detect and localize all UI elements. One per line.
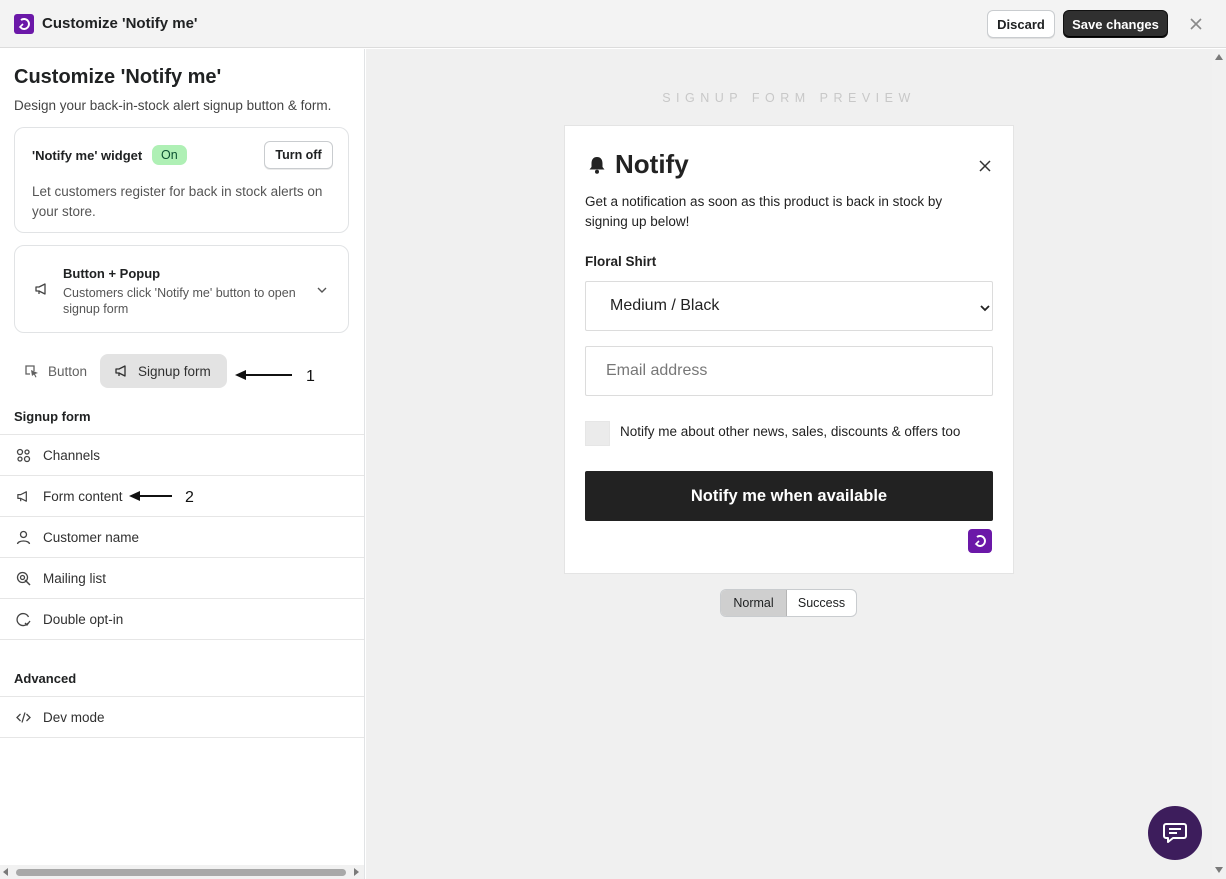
- top-bar: Customize 'Notify me' Discard Save chang…: [0, 0, 1226, 48]
- menu-item-label: Customer name: [43, 529, 140, 545]
- widget-card: 'Notify me' widget On Turn off Let custo…: [14, 127, 349, 233]
- menu-item-label: Double opt-in: [43, 611, 124, 627]
- preview-state-toggle: Normal Success: [720, 589, 857, 617]
- menu-item-form-content[interactable]: Form content: [0, 476, 364, 517]
- display-mode-select[interactable]: Button + Popup Customers click 'Notify m…: [14, 245, 349, 333]
- chat-bubble-icon: [1163, 823, 1187, 843]
- code-icon: [16, 710, 31, 725]
- annotation-arrow: [129, 491, 172, 501]
- horizontal-scrollbar[interactable]: [0, 865, 364, 879]
- menu-item-channels[interactable]: Channels: [0, 435, 364, 476]
- chat-button[interactable]: [1148, 806, 1202, 860]
- variant-select[interactable]: Medium / Black: [585, 281, 993, 331]
- close-icon[interactable]: [1186, 14, 1206, 34]
- menu-item-label: Dev mode: [43, 709, 105, 725]
- widget-description: Let customers register for back in stock…: [32, 184, 323, 219]
- brand-logo-icon[interactable]: [968, 529, 992, 553]
- menu-item-label: Mailing list: [43, 570, 107, 586]
- notify-me-button[interactable]: Notify me when available: [585, 471, 993, 521]
- tab-button[interactable]: Button: [14, 354, 97, 388]
- annotation-number: 1: [306, 368, 315, 385]
- megaphone-icon: [114, 364, 130, 378]
- menu-item-mailing-list[interactable]: Mailing list: [0, 558, 364, 599]
- form-title: Notify: [615, 149, 689, 179]
- chevron-down-icon: [316, 283, 328, 295]
- signup-form-menu: Channels Form content Customer name Mail…: [0, 434, 364, 640]
- tab-signup-form-label: Signup form: [138, 363, 211, 379]
- form-description: Get a notification as soon as this produ…: [585, 194, 943, 229]
- cursor-click-icon: [24, 364, 40, 378]
- sidebar-subtitle: Design your back-in-stock alert signup b…: [14, 98, 332, 113]
- sidebar-title: Customize 'Notify me': [14, 66, 222, 88]
- preview-area: SIGNUP FORM PREVIEW Notify Get a notific…: [366, 49, 1226, 879]
- opt-in-checkbox[interactable]: [585, 421, 610, 446]
- variant-selected-value: Medium / Black: [610, 297, 720, 314]
- turn-off-button[interactable]: Turn off: [264, 141, 333, 169]
- scrollbar-thumb[interactable]: [16, 869, 346, 876]
- save-changes-button[interactable]: Save changes: [1063, 10, 1168, 38]
- double-optin-icon: [16, 612, 31, 627]
- person-icon: [16, 530, 31, 545]
- signup-form-preview: Notify Get a notification as soon as thi…: [564, 125, 1014, 574]
- widget-label: 'Notify me' widget: [32, 148, 143, 163]
- discard-button[interactable]: Discard: [987, 10, 1055, 38]
- close-icon[interactable]: [978, 159, 992, 173]
- email-input[interactable]: [585, 346, 993, 396]
- mailing-list-icon: [16, 571, 31, 586]
- scroll-left-icon[interactable]: [3, 868, 8, 876]
- menu-item-label: Channels: [43, 447, 101, 463]
- annotation-number: 2: [185, 489, 194, 506]
- megaphone-icon: [16, 489, 31, 504]
- opt-in-label: Notify me about other news, sales, disco…: [620, 424, 961, 439]
- menu-item-label: Form content: [43, 488, 123, 504]
- preview-heading: SIGNUP FORM PREVIEW: [662, 91, 916, 105]
- tab-signup-form[interactable]: Signup form: [100, 354, 227, 388]
- window-title: Customize 'Notify me': [42, 15, 198, 32]
- status-badge: On: [152, 145, 187, 165]
- vertical-scrollbar[interactable]: [1212, 49, 1226, 879]
- advanced-menu: Dev mode: [0, 696, 364, 738]
- chevron-down-icon: [979, 301, 991, 313]
- menu-item-double-opt-in[interactable]: Double opt-in: [0, 599, 364, 640]
- mode-title: Button + Popup: [63, 266, 161, 281]
- mode-description: Customers click 'Notify me' button to op…: [63, 286, 296, 316]
- bell-icon: [587, 155, 607, 175]
- channels-icon: [16, 448, 31, 463]
- scroll-right-icon[interactable]: [354, 868, 359, 876]
- annotation-arrow: [235, 370, 292, 380]
- megaphone-icon: [34, 282, 50, 296]
- product-name: Floral Shirt: [585, 254, 657, 269]
- scroll-down-icon[interactable]: [1215, 867, 1223, 873]
- menu-item-dev-mode[interactable]: Dev mode: [0, 697, 364, 738]
- app-logo-icon: [14, 14, 34, 34]
- signup-form-section-label: Signup form: [14, 409, 91, 424]
- state-success-button[interactable]: Success: [787, 590, 856, 616]
- sidebar: Customize 'Notify me' Design your back-i…: [0, 49, 365, 879]
- state-normal-button[interactable]: Normal: [721, 590, 787, 616]
- advanced-section-label: Advanced: [14, 671, 77, 686]
- tab-button-label: Button: [48, 363, 88, 379]
- menu-item-customer-name[interactable]: Customer name: [0, 517, 364, 558]
- scroll-up-icon[interactable]: [1215, 54, 1223, 60]
